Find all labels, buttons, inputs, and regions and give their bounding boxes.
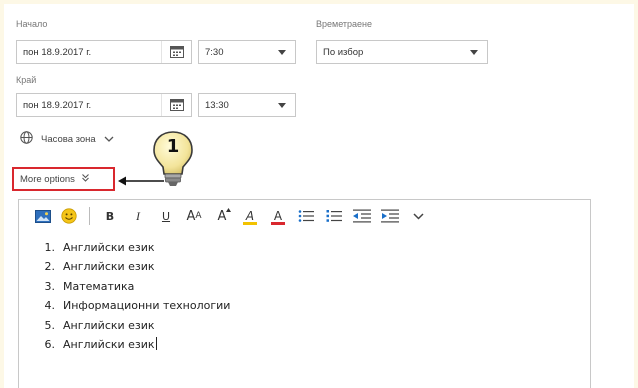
end-time-value: 13:30 bbox=[205, 99, 229, 111]
callout-number: 1 bbox=[166, 136, 180, 157]
chevron-down-icon bbox=[104, 134, 114, 145]
highlight-button[interactable]: A bbox=[236, 206, 264, 226]
underline-button[interactable]: U bbox=[152, 206, 180, 226]
duration-value: По избор bbox=[323, 46, 364, 58]
message-editor[interactable]: B I U A A A A A 1. Английски език 2. Анг… bbox=[18, 199, 591, 388]
list-item: 1. Английски език bbox=[44, 241, 155, 254]
subject-list: 1. Английски език 2. Английски език 3. Мате… bbox=[36, 238, 231, 354]
caret-down-icon bbox=[269, 41, 295, 63]
start-date-value: пон 18.9.2017 г. bbox=[23, 46, 92, 58]
increase-indent-icon[interactable] bbox=[376, 206, 404, 226]
highlight-label: A bbox=[245, 209, 255, 223]
duration-select[interactable]: По избор bbox=[316, 40, 488, 64]
more-options-label: More options bbox=[20, 173, 75, 185]
calendar-icon[interactable] bbox=[161, 94, 191, 116]
calendar-icon[interactable] bbox=[161, 41, 191, 63]
font-color-button[interactable]: A bbox=[264, 206, 292, 226]
end-date-field[interactable]: пон 18.9.2017 г. bbox=[16, 93, 192, 117]
timezone-label: Часова зона bbox=[41, 133, 96, 145]
decrease-indent-icon[interactable] bbox=[348, 206, 376, 226]
end-date-value: пон 18.9.2017 г. bbox=[23, 99, 92, 111]
list-item: 4. Информационни технологии bbox=[44, 299, 231, 313]
caret-down-icon bbox=[269, 94, 295, 116]
bold-button[interactable]: B bbox=[96, 206, 124, 226]
start-time-value: 7:30 bbox=[205, 46, 224, 58]
text-cursor bbox=[155, 336, 157, 350]
grow-font-button[interactable]: A bbox=[208, 206, 236, 226]
list-item: 2. Английски език bbox=[44, 260, 155, 274]
timezone-toggle[interactable]: Часова зона bbox=[20, 131, 114, 147]
numbering-icon[interactable] bbox=[320, 206, 348, 226]
event-form: Начало пон 18.9.2017 г. 7:30 Времетраене… bbox=[4, 4, 634, 388]
formatting-toolbar: B I U A A A A A bbox=[31, 206, 432, 226]
end-time-select[interactable]: 13:30 bbox=[198, 93, 296, 117]
double-chevron-down-icon bbox=[82, 173, 89, 185]
highlight-swatch bbox=[243, 222, 257, 225]
insert-image-icon[interactable] bbox=[31, 206, 55, 226]
font-size-small-label: A bbox=[195, 211, 202, 221]
start-label: Начало bbox=[16, 19, 48, 29]
caret-down-icon bbox=[461, 41, 487, 63]
italic-button[interactable]: I bbox=[124, 206, 152, 226]
bullets-icon[interactable] bbox=[292, 206, 320, 226]
list-item: 6. Английски език bbox=[44, 336, 157, 351]
font-color-label: A bbox=[273, 209, 283, 223]
font-color-swatch bbox=[271, 222, 285, 225]
end-label: Край bbox=[16, 75, 37, 85]
font-size-label: A bbox=[186, 208, 196, 224]
globe-icon bbox=[20, 131, 33, 147]
list-item: 3. Математика bbox=[44, 279, 135, 293]
grow-arrow-icon bbox=[226, 208, 231, 212]
start-time-select[interactable]: 7:30 bbox=[198, 40, 296, 64]
more-options-button[interactable]: More options bbox=[12, 167, 115, 191]
callout-arrow bbox=[118, 172, 164, 191]
start-date-field[interactable]: пон 18.9.2017 г. bbox=[16, 40, 192, 64]
list-item: 5. Английски език bbox=[44, 318, 155, 332]
font-size-button[interactable]: A A bbox=[180, 206, 208, 226]
duration-label: Времетраене bbox=[316, 19, 373, 29]
emoji-icon[interactable] bbox=[55, 206, 83, 226]
toolbar-separator bbox=[89, 207, 90, 225]
more-formatting-chevron-icon[interactable] bbox=[404, 206, 432, 226]
